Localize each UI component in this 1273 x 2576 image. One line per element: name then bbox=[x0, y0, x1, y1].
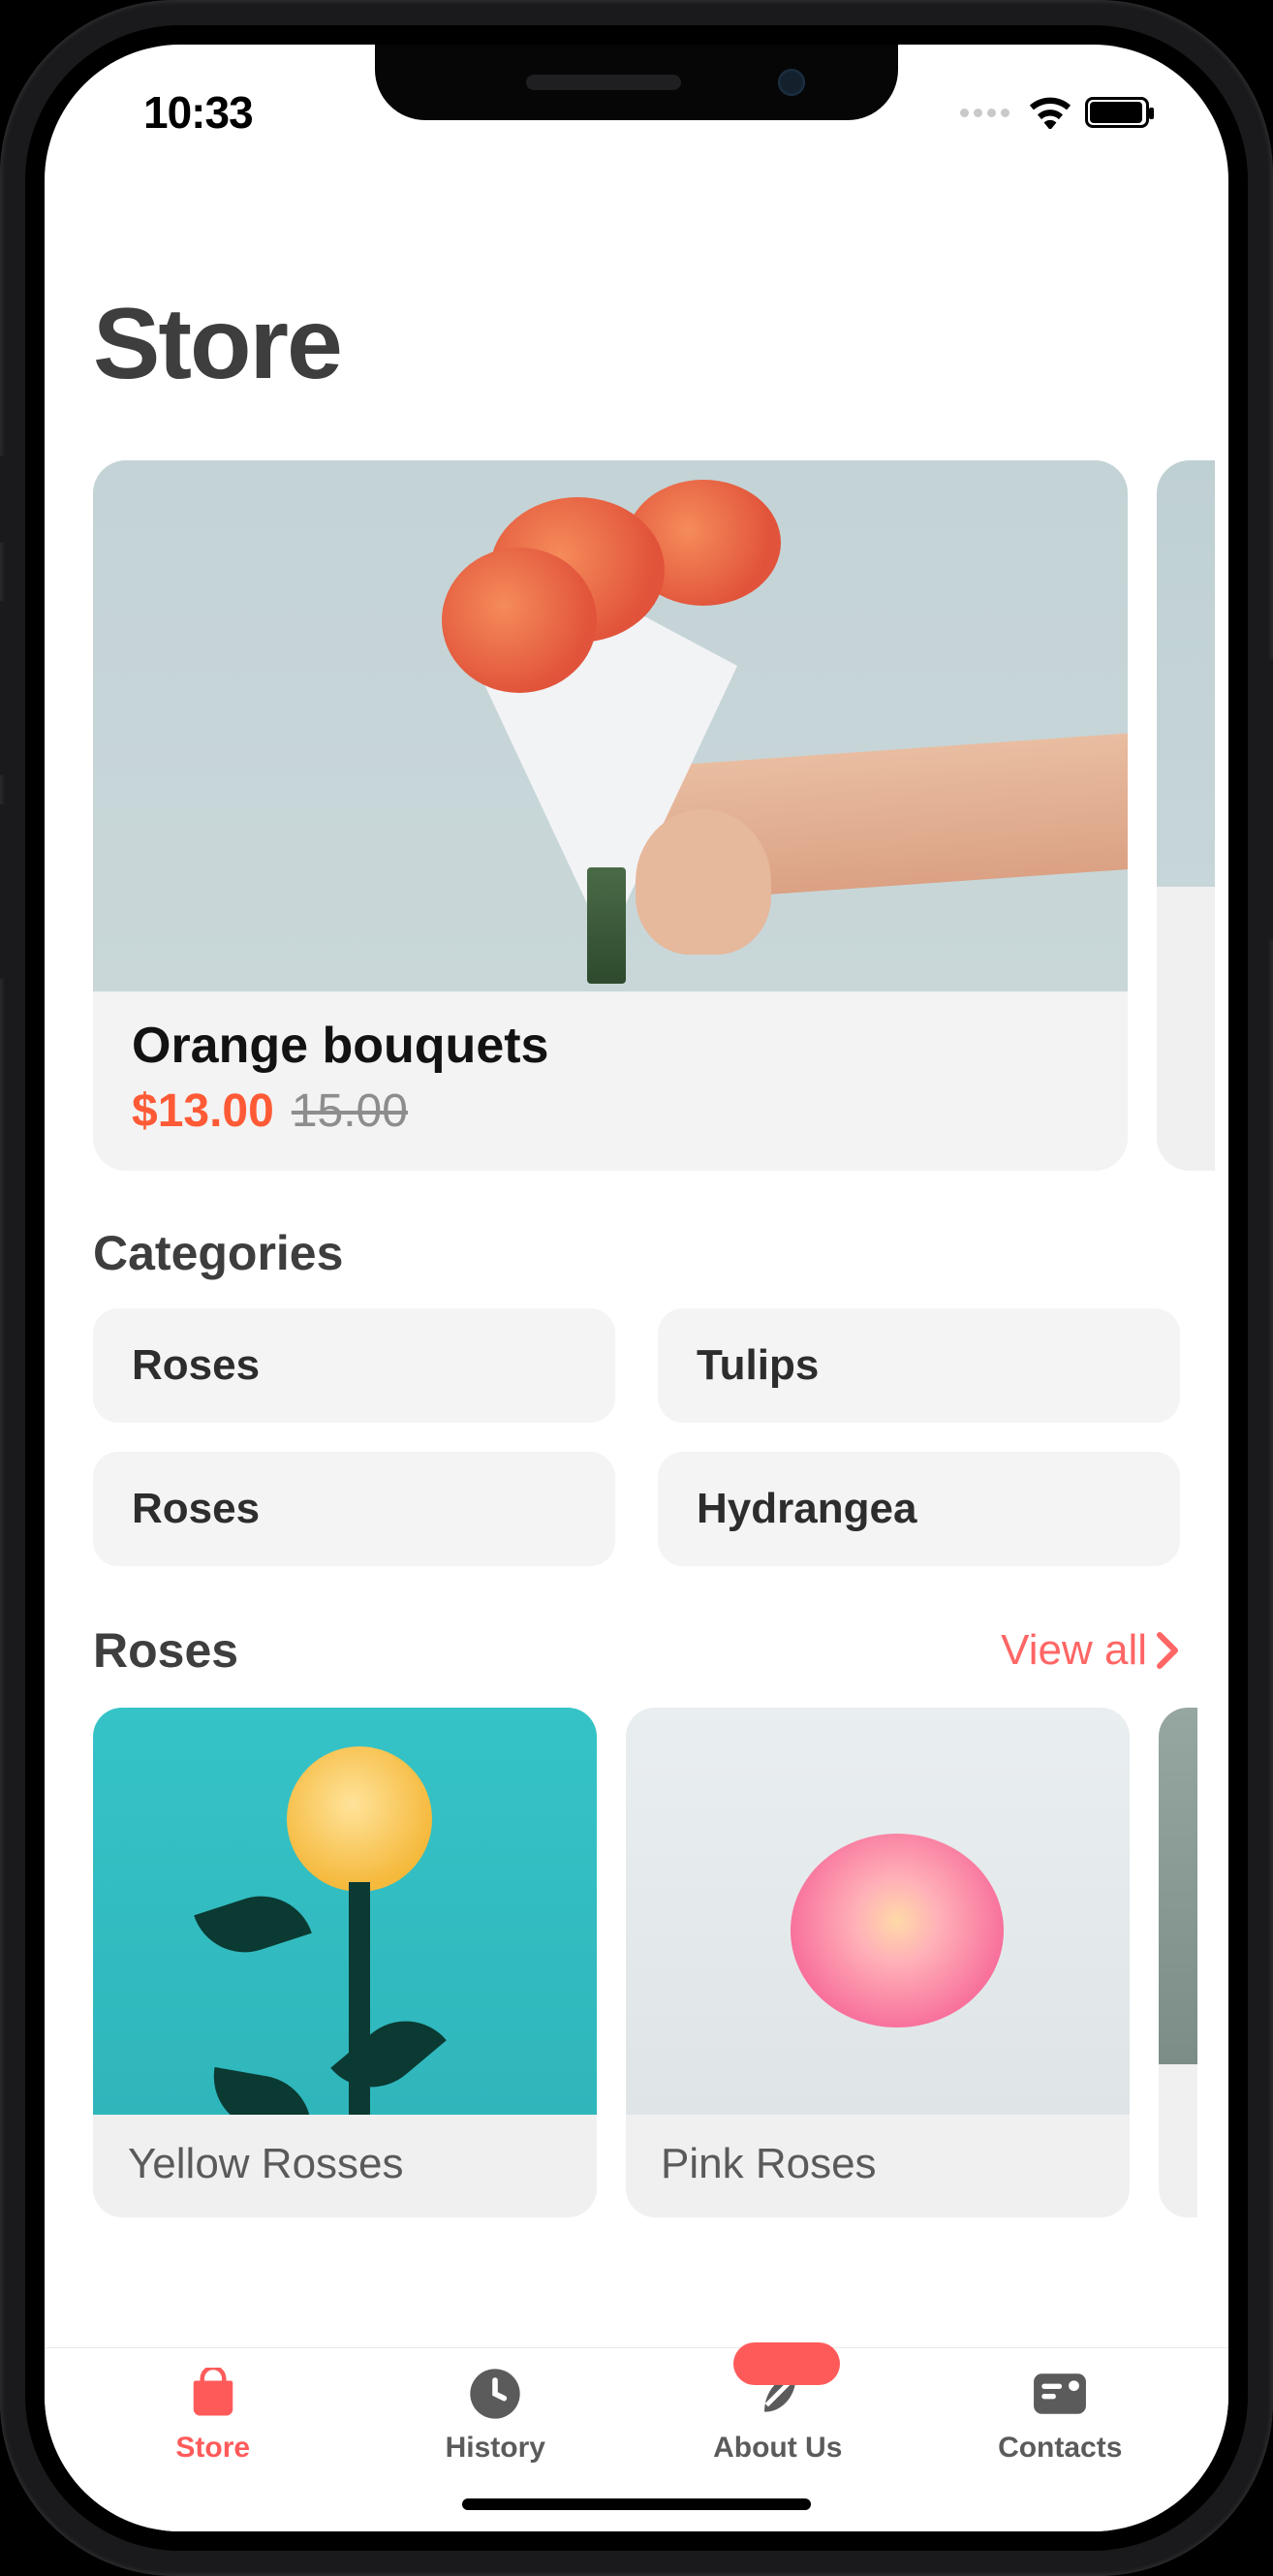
category-roses[interactable]: Roses bbox=[93, 1308, 615, 1423]
speaker-grille bbox=[526, 75, 681, 90]
chevron-right-icon bbox=[1155, 1631, 1180, 1670]
volume-up-button bbox=[0, 601, 6, 775]
hero-card-next[interactable] bbox=[1157, 460, 1215, 1171]
product-yellow-roses[interactable]: Yellow Rosses bbox=[93, 1708, 597, 2217]
categories-grid: Roses Tulips Roses Hydrangea bbox=[93, 1308, 1180, 1566]
product-pink-roses[interactable]: Pink Roses bbox=[626, 1708, 1130, 2217]
tab-contacts[interactable]: Contacts bbox=[919, 2366, 1202, 2465]
category-hydrangea[interactable]: Hydrangea bbox=[658, 1452, 1180, 1566]
tab-label: About Us bbox=[713, 2432, 842, 2465]
mute-switch bbox=[0, 456, 6, 543]
category-tulips[interactable]: Tulips bbox=[658, 1308, 1180, 1423]
clock-icon bbox=[467, 2366, 523, 2422]
status-time: 10:33 bbox=[143, 86, 253, 139]
hero-carousel[interactable]: Orange bouquets $13.00 15.00 bbox=[93, 460, 1180, 1171]
tab-label: Contacts bbox=[998, 2432, 1122, 2465]
view-all-button[interactable]: View all bbox=[1001, 1626, 1180, 1675]
roses-title: Roses bbox=[93, 1622, 238, 1679]
screen: 10:33 Store bbox=[45, 45, 1228, 2531]
product-image bbox=[626, 1708, 1130, 2115]
tab-bar: Store History About Us bbox=[45, 2347, 1228, 2531]
bag-icon bbox=[185, 2366, 241, 2422]
volume-down-button bbox=[0, 804, 6, 979]
tab-history[interactable]: History bbox=[355, 2366, 637, 2465]
categories-title: Categories bbox=[93, 1225, 1180, 1281]
tab-store[interactable]: Store bbox=[72, 2366, 355, 2465]
hero-title: Orange bouquets bbox=[132, 1017, 1089, 1075]
product-image bbox=[93, 1708, 597, 2115]
product-name: Pink Roses bbox=[661, 2140, 1095, 2188]
wifi-icon bbox=[1029, 96, 1071, 129]
device-frame: 10:33 Store bbox=[0, 0, 1273, 2576]
product-name: Yellow Rosses bbox=[128, 2140, 562, 2188]
hero-image bbox=[93, 460, 1128, 991]
roses-carousel[interactable]: Yellow Rosses Pink Roses bbox=[93, 1708, 1180, 2217]
main-scroll[interactable]: Store bbox=[45, 190, 1228, 2347]
app-root: Store bbox=[45, 45, 1228, 2531]
page-title: Store bbox=[93, 287, 1180, 402]
card-icon bbox=[1032, 2366, 1088, 2422]
notification-badge bbox=[733, 2342, 840, 2385]
home-indicator[interactable] bbox=[462, 2498, 811, 2510]
cellular-dots-icon bbox=[960, 109, 1009, 117]
power-button bbox=[1267, 659, 1273, 940]
view-all-label: View all bbox=[1001, 1626, 1147, 1675]
notch bbox=[375, 45, 898, 120]
hero-price: $13.00 bbox=[132, 1084, 274, 1138]
category-roses-2[interactable]: Roses bbox=[93, 1452, 615, 1566]
tab-label: History bbox=[446, 2432, 545, 2465]
tab-label: Store bbox=[175, 2432, 250, 2465]
hero-meta: Orange bouquets $13.00 15.00 bbox=[93, 991, 1128, 1171]
hero-old-price: 15.00 bbox=[292, 1084, 408, 1138]
roses-header: Roses View all bbox=[93, 1622, 1180, 1679]
front-camera bbox=[778, 69, 805, 96]
hero-card[interactable]: Orange bouquets $13.00 15.00 bbox=[93, 460, 1128, 1171]
battery-icon bbox=[1085, 97, 1149, 128]
product-next[interactable] bbox=[1159, 1708, 1197, 2217]
tab-about-us[interactable]: About Us bbox=[636, 2366, 919, 2465]
status-indicators bbox=[960, 96, 1149, 129]
